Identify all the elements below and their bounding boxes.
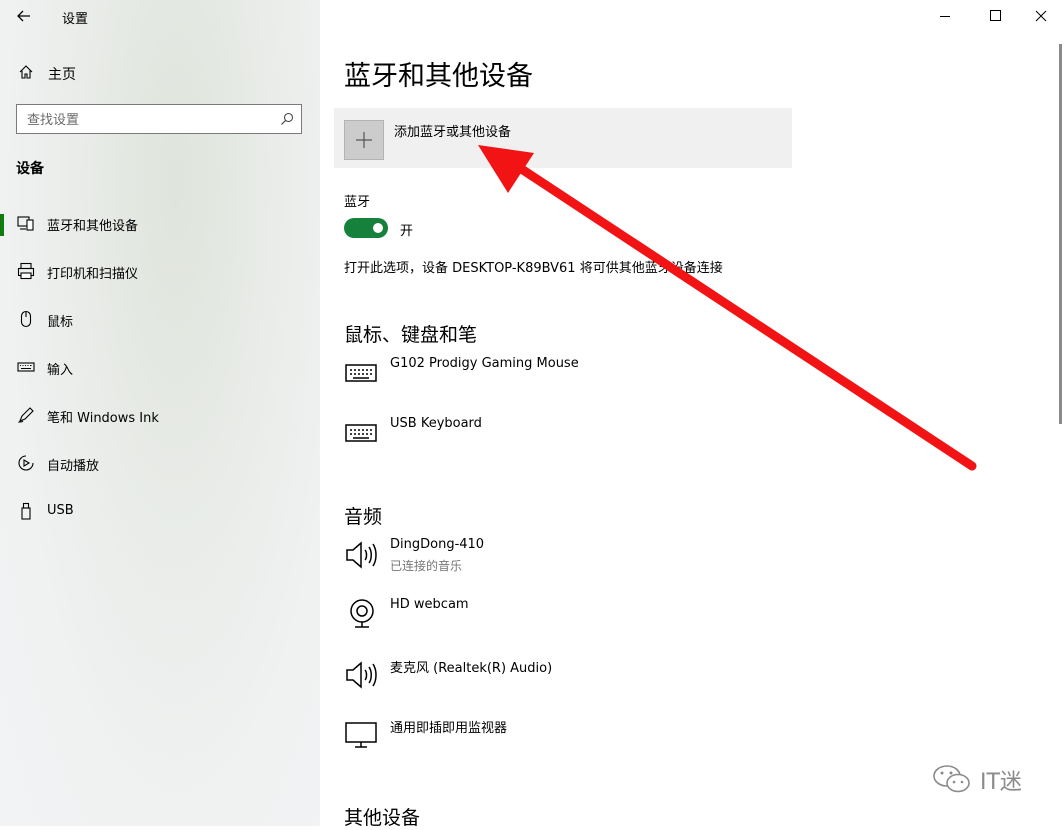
- sidebar-item-autoplay[interactable]: 自动播放: [0, 444, 320, 484]
- speaker-icon: [346, 661, 377, 689]
- printer-icon: [17, 262, 35, 280]
- scrollbar[interactable]: [1059, 44, 1062, 424]
- pen-icon: [18, 407, 34, 423]
- bluetooth-description: 打开此选项，设备 DESKTOP-K89BV61 将可供其他蓝牙设备连接: [344, 261, 723, 276]
- app-title: 设置: [62, 12, 89, 27]
- sidebar-item-printers[interactable]: 打印机和扫描仪: [0, 252, 320, 292]
- keyboard-device-icon: [345, 424, 377, 442]
- sidebar-item-mouse[interactable]: 鼠标: [0, 300, 320, 340]
- device-item[interactable]: 通用即插即用监视器: [344, 717, 784, 767]
- search-input[interactable]: [25, 110, 269, 130]
- search-icon[interactable]: [279, 111, 295, 127]
- sidebar-item-label: 自动播放: [47, 459, 100, 474]
- titlebar-left: 设置: [0, 0, 320, 32]
- device-name: USB Keyboard: [390, 416, 482, 431]
- wechat-icon: [933, 765, 970, 793]
- device-name: HD webcam: [390, 597, 469, 612]
- bluetooth-toggle[interactable]: [344, 218, 388, 238]
- sidebar-item-label: 笔和 Windows Ink: [47, 411, 159, 426]
- keyboard-icon: [17, 362, 35, 372]
- bluetooth-devices-icon: [17, 216, 34, 231]
- sidebar-item-input[interactable]: 输入: [0, 348, 320, 388]
- mouse-icon: [20, 310, 32, 328]
- speaker-icon: [346, 541, 377, 569]
- home-link[interactable]: 主页: [16, 62, 306, 84]
- device-item[interactable]: 麦克风 (Realtek(R) Audio): [344, 657, 784, 707]
- sidebar-item-bluetooth[interactable]: 蓝牙和其他设备: [0, 204, 320, 244]
- sidebar-item-label: USB: [47, 503, 74, 518]
- page-title: 蓝牙和其他设备: [344, 61, 533, 92]
- sidebar-item-pen[interactable]: 笔和 Windows Ink: [0, 396, 320, 436]
- device-name: DingDong-410: [390, 537, 485, 552]
- sidebar: 设置 主页 设备 蓝牙和其他设备 打印机和扫描仪: [0, 0, 320, 826]
- device-status: 已连接的音乐: [390, 559, 463, 573]
- add-device-label: 添加蓝牙或其他设备: [394, 125, 512, 140]
- sidebar-item-label: 输入: [47, 363, 74, 378]
- main-content: 蓝牙和其他设备 添加蓝牙或其他设备 蓝牙 开 打开此选项，设备 DESKTOP-…: [320, 0, 1064, 829]
- minimize-button[interactable]: [922, 0, 968, 32]
- device-item[interactable]: DingDong-410 已连接的音乐: [344, 537, 784, 587]
- toggle-state: 开: [400, 224, 414, 239]
- device-item[interactable]: HD webcam: [344, 597, 784, 647]
- minimize-icon: [940, 16, 950, 17]
- sidebar-item-label: 蓝牙和其他设备: [47, 219, 139, 234]
- section-heading-input: 鼠标、键盘和笔: [344, 324, 478, 346]
- sidebar-item-label: 鼠标: [47, 315, 74, 330]
- close-icon: [1035, 10, 1047, 22]
- back-button[interactable]: [14, 6, 34, 26]
- plus-icon: [344, 120, 384, 160]
- section-heading-audio: 音频: [344, 506, 383, 528]
- close-button[interactable]: [1018, 0, 1064, 32]
- watermark: IT迷: [930, 762, 1040, 796]
- home-icon: [19, 65, 33, 79]
- webcam-icon: [350, 599, 374, 628]
- device-name: G102 Prodigy Gaming Mouse: [390, 356, 579, 371]
- usb-icon: [21, 502, 31, 520]
- keyboard-device-icon: [345, 364, 377, 382]
- watermark-text: IT迷: [980, 770, 1022, 795]
- device-name: 通用即插即用监视器: [390, 721, 508, 736]
- toggle-knob: [373, 223, 383, 233]
- sidebar-item-label: 打印机和扫描仪: [47, 267, 139, 282]
- bluetooth-label: 蓝牙: [344, 195, 371, 210]
- add-device-button[interactable]: 添加蓝牙或其他设备: [334, 108, 792, 168]
- device-item[interactable]: G102 Prodigy Gaming Mouse: [344, 356, 784, 406]
- section-title: 设备: [16, 161, 44, 177]
- search-box[interactable]: [16, 104, 302, 134]
- active-indicator: [0, 214, 4, 236]
- sidebar-item-usb[interactable]: USB: [0, 492, 320, 532]
- home-label: 主页: [48, 67, 76, 83]
- device-item[interactable]: USB Keyboard: [344, 416, 784, 466]
- maximize-icon: [990, 10, 1001, 21]
- device-name: 麦克风 (Realtek(R) Audio): [390, 661, 553, 676]
- monitor-icon: [345, 722, 377, 748]
- back-arrow-icon: [17, 10, 30, 22]
- autoplay-icon: [18, 455, 34, 471]
- maximize-button[interactable]: [972, 0, 1018, 32]
